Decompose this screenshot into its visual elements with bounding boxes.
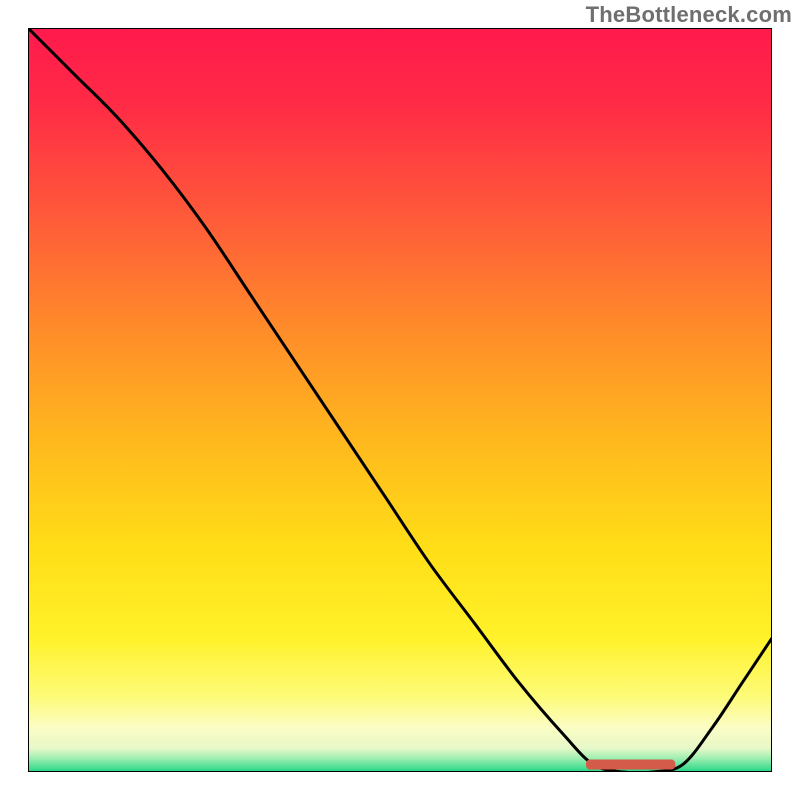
chart-frame: TheBottleneck.com — [0, 0, 800, 800]
watermark-text: TheBottleneck.com — [586, 2, 792, 28]
gradient-background — [28, 28, 772, 772]
chart-canvas — [28, 28, 772, 772]
